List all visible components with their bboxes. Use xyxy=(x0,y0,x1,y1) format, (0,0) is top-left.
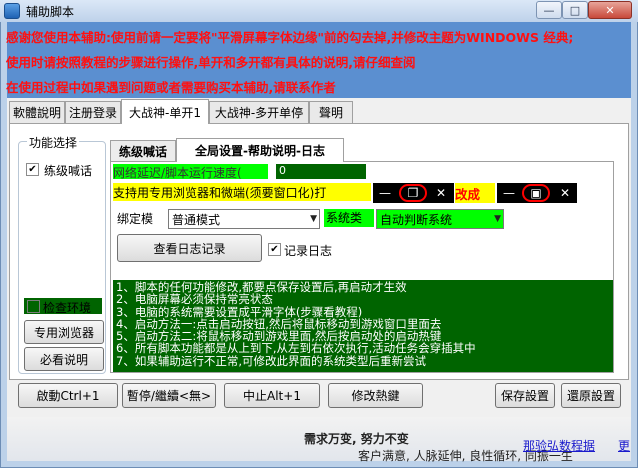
level-call-label: 练级喊话 xyxy=(44,164,93,178)
notice-line-3: 在使用过程中如果遇到问题或者需要购买本辅助,请联系作者 xyxy=(6,80,336,95)
restore-settings-button[interactable]: 還原設置 xyxy=(561,383,621,408)
minimize-icon: — xyxy=(543,3,555,17)
dropdown-arrow-icon: ▼ xyxy=(310,214,317,224)
record-log-checkbox[interactable]: ✔ xyxy=(268,243,281,256)
system-type-label: 系统类 xyxy=(324,209,374,227)
app-icon xyxy=(4,3,20,19)
function-select-title: 功能选择 xyxy=(27,134,80,151)
dedicated-browser-button[interactable]: 专用浏览器 xyxy=(24,320,104,344)
minimize-icon: — xyxy=(503,186,515,200)
must-read-button[interactable]: 必看说明 xyxy=(24,347,104,371)
close-icon: ✕ xyxy=(435,186,447,200)
modify-hotkey-button[interactable]: 修改熱鍵 xyxy=(328,383,423,408)
inner-tab-global-settings[interactable]: 全局设置-帮助说明-日志 xyxy=(176,138,344,162)
pause-button[interactable]: 暫停/繼續<無> xyxy=(122,383,216,408)
tab-statement[interactable]: 聲明 xyxy=(309,101,353,123)
tab-software-info[interactable]: 軟體說明 xyxy=(9,101,65,123)
instruction-line: 6、所有脚本功能都是从上到下,从左到右依次执行,活动任务会穿插其中 xyxy=(116,341,476,356)
latency-label: 网络延迟/脚本运行速度( xyxy=(113,164,268,179)
restore-icon: ❐ xyxy=(407,186,419,200)
save-settings-button[interactable]: 保存設置 xyxy=(495,383,555,408)
start-button[interactable]: 啟動Ctrl+1 xyxy=(18,383,118,408)
system-type-value: 自动判断系统 xyxy=(380,212,453,227)
check-env-label: 检查环境 xyxy=(43,301,92,315)
checkmark-icon: ✔ xyxy=(28,163,37,175)
view-log-button[interactable]: 查看日志记录 xyxy=(117,234,262,262)
bind-mode-value: 普通模式 xyxy=(172,212,221,227)
tab-multi-instance[interactable]: 大战神-多开单停 xyxy=(209,101,309,123)
tab-single-instance-active[interactable]: 大战神-单开1 xyxy=(121,99,209,124)
tab-register-login[interactable]: 注册登录 xyxy=(65,101,121,123)
instructions-box: 1、脚本的任何功能修改,都要点保存设置后,再启动才生效 2、电脑屏幕必须保持常亮… xyxy=(113,280,613,372)
bind-mode-select[interactable]: 普通模式 ▼ xyxy=(168,209,320,229)
close-button[interactable]: ✕ xyxy=(588,1,632,19)
inner-tab-level-call[interactable]: 练级喊话 xyxy=(110,140,176,161)
slogan-1: 需求万变, 努力不变 xyxy=(304,432,409,446)
notice-line-2: 使用时请按照教程的步骤进行操作,单开和多开都有具体的说明,请仔细查阅 xyxy=(6,55,416,70)
maximize-icon: □ xyxy=(569,3,581,17)
record-log-label: 记录日志 xyxy=(284,244,333,258)
support-browser-label: 支持用专用浏览器和微端(须要窗口化)打 xyxy=(113,183,371,201)
instruction-line: 2、电脑屏幕必须保持常亮状态 xyxy=(116,292,273,307)
more-link[interactable]: 更 xyxy=(618,437,630,454)
tutorial-link[interactable]: 那验弘数程据 xyxy=(523,437,595,454)
latency-input[interactable]: 0 xyxy=(276,164,366,179)
close-icon: ✕ xyxy=(605,3,615,17)
window-title: 辅助脚本 xyxy=(26,5,75,19)
close-icon: ✕ xyxy=(559,186,571,200)
minimize-icon: — xyxy=(379,186,391,200)
maximize-button[interactable]: □ xyxy=(562,1,588,19)
maximize-icon: ▣ xyxy=(530,186,542,200)
bind-mode-label: 绑定模 xyxy=(117,212,154,226)
checkmark-icon: ✔ xyxy=(270,243,279,255)
check-env-checkbox[interactable] xyxy=(27,300,40,313)
minimize-button[interactable]: — xyxy=(536,1,562,19)
instruction-line: 7、如果辅助运行不正常,可修改此界面的系统类型后重新尝试 xyxy=(116,353,426,368)
level-call-checkbox[interactable]: ✔ xyxy=(26,163,39,176)
change-to-label: 改成 xyxy=(455,183,495,203)
dropdown-arrow-icon: ▼ xyxy=(494,214,501,224)
notice-line-1: 感谢您使用本辅助:使用前请一定要将"平滑屏幕字体边缘"前的勾去掉,并修改主题为W… xyxy=(6,30,574,45)
system-type-select[interactable]: 自动判断系统 ▼ xyxy=(376,209,504,229)
stop-button[interactable]: 中止Alt+1 xyxy=(224,383,320,408)
